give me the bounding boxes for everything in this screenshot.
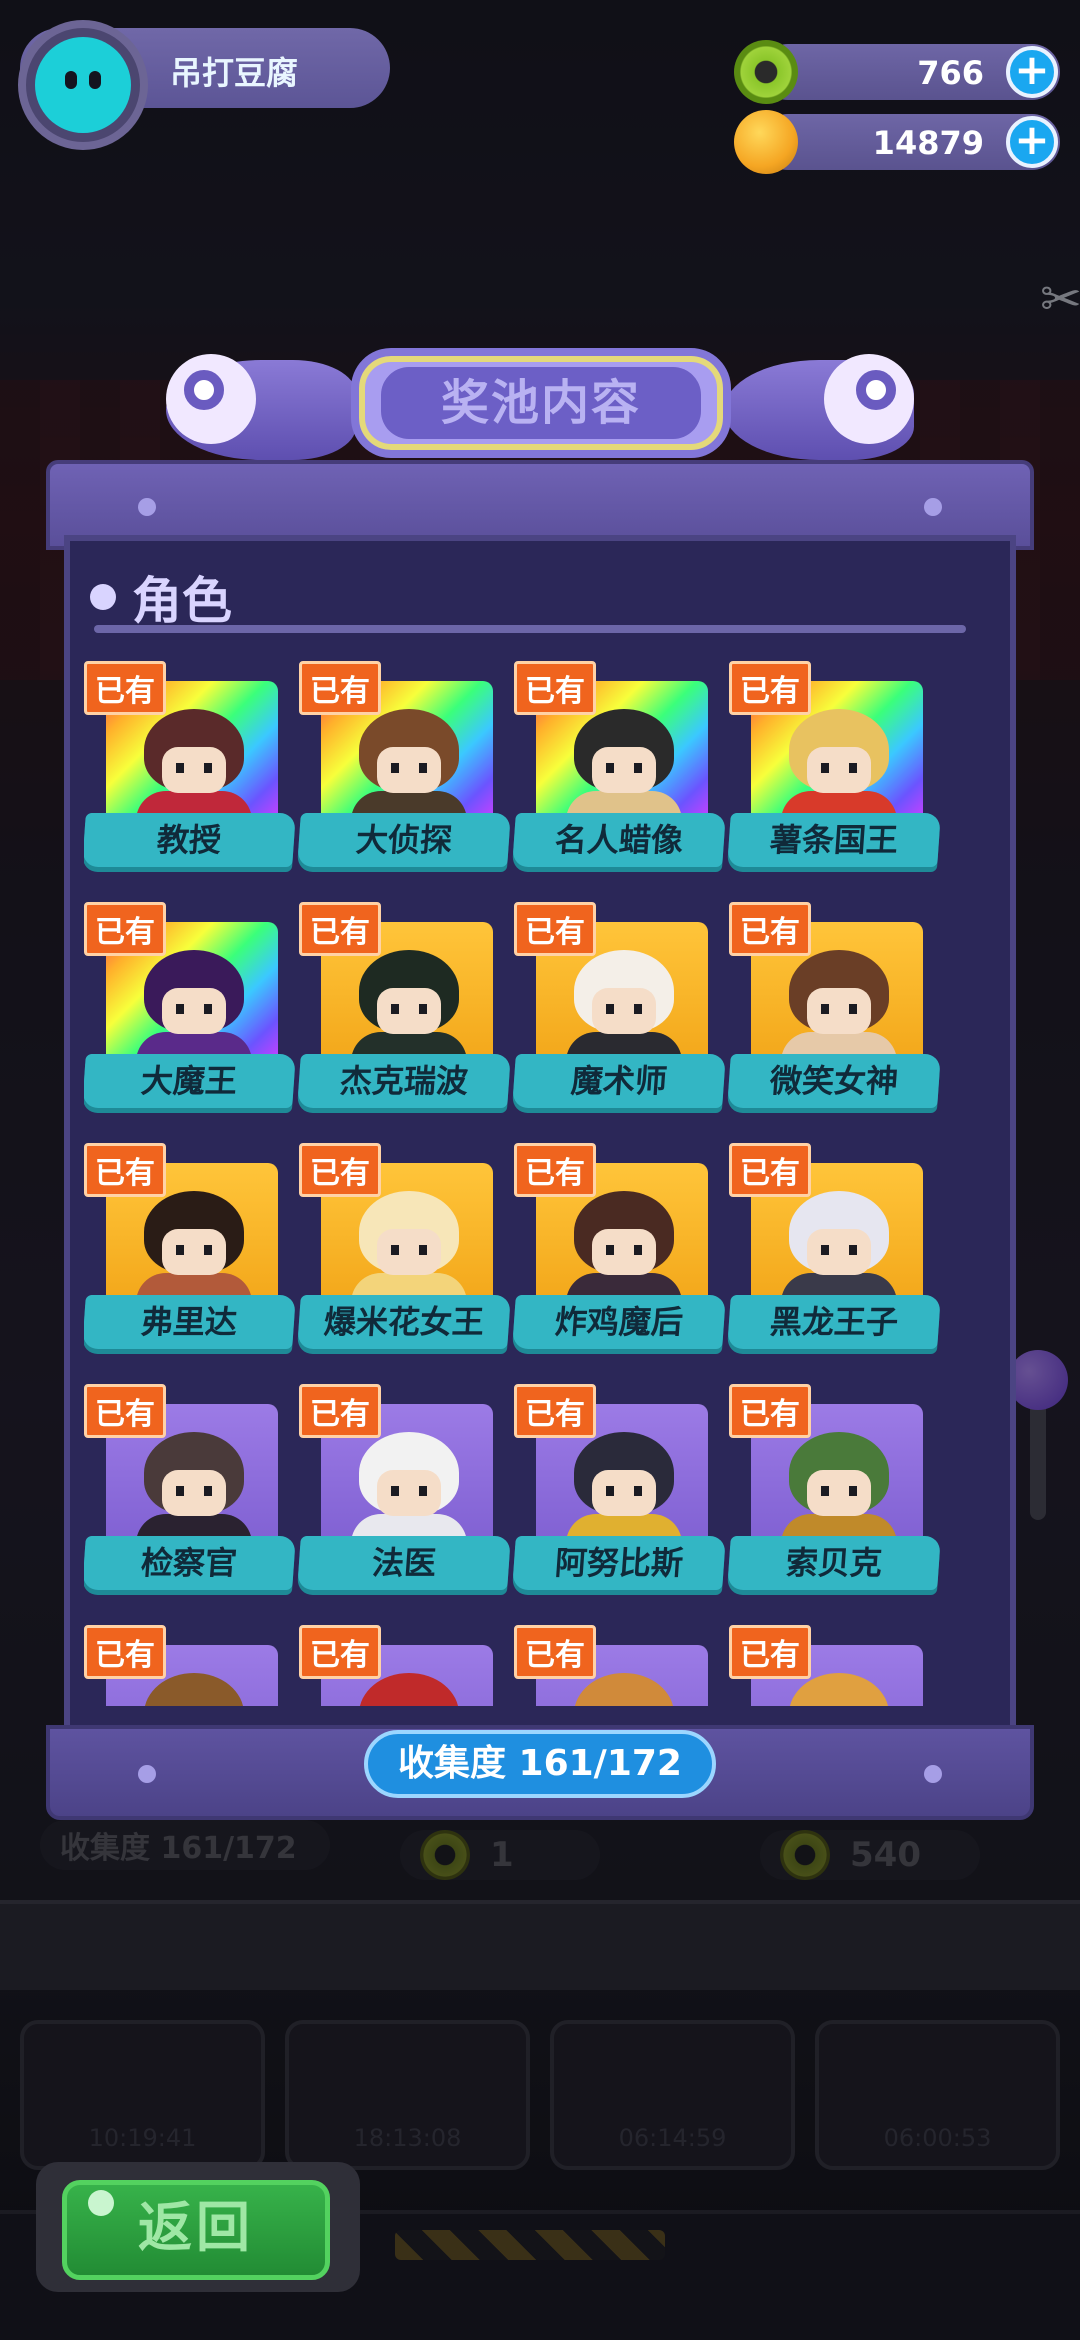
character-card[interactable]: 已有 阿努比斯 bbox=[512, 1384, 726, 1604]
donut-amount: 766 bbox=[917, 54, 984, 92]
character-eyes bbox=[391, 763, 427, 773]
owned-badge: 已有 bbox=[299, 661, 381, 715]
owned-badge: 已有 bbox=[729, 661, 811, 715]
modal-body: 角色 已有 教授 已有 大侦探 已有 名人蜡像 已有 薯条国王 已有 大魔王 已有 杰克瑞波 已有 魔术师… bbox=[64, 535, 1016, 1745]
character-card[interactable]: 已有 名人蜡像 bbox=[512, 661, 726, 881]
owned-badge: 已有 bbox=[729, 902, 811, 956]
owned-badge: 已有 bbox=[729, 1625, 811, 1679]
character-name: 阿努比斯 bbox=[512, 1536, 726, 1590]
character-name: 微笑女神 bbox=[727, 1054, 941, 1108]
avatar-frame[interactable] bbox=[18, 20, 148, 150]
character-name: 魔术师 bbox=[512, 1054, 726, 1108]
owned-badge: 已有 bbox=[514, 661, 596, 715]
fish-decoration-left-icon bbox=[166, 340, 356, 460]
owned-badge: 已有 bbox=[729, 1143, 811, 1197]
character-card[interactable]: 已有 bbox=[84, 1625, 294, 1706]
section-title: 角色 bbox=[132, 572, 232, 630]
character-card[interactable]: 已有 bbox=[514, 1625, 724, 1706]
fish-decoration-right-icon bbox=[724, 340, 914, 460]
character-card[interactable]: 已有 杰克瑞波 bbox=[297, 902, 511, 1122]
character-card[interactable]: 已有 薯条国王 bbox=[727, 661, 941, 881]
character-card[interactable]: 已有 大魔王 bbox=[84, 902, 296, 1122]
character-name: 大侦探 bbox=[297, 813, 511, 867]
collection-progress: 收集度 161/172 bbox=[364, 1730, 716, 1798]
currency-planet: 14879 + bbox=[734, 110, 1060, 174]
owned-badge: 已有 bbox=[514, 1384, 596, 1438]
character-eyes bbox=[176, 1245, 212, 1255]
character-name: 索贝克 bbox=[727, 1536, 941, 1590]
planet-coin-icon bbox=[734, 110, 798, 174]
character-name: 法医 bbox=[297, 1536, 511, 1590]
player-name: 吊打豆腐 bbox=[170, 54, 299, 92]
cat-avatar-icon bbox=[35, 37, 131, 133]
owned-badge: 已有 bbox=[84, 1143, 166, 1197]
character-name: 检察官 bbox=[84, 1536, 296, 1590]
section-header: 角色 bbox=[90, 561, 232, 633]
character-name: 杰克瑞波 bbox=[297, 1054, 511, 1108]
owned-badge: 已有 bbox=[84, 1384, 166, 1438]
character-name: 薯条国王 bbox=[727, 813, 941, 867]
owned-badge: 已有 bbox=[84, 661, 166, 715]
character-name: 教授 bbox=[84, 813, 296, 867]
character-eyes bbox=[606, 1486, 642, 1496]
donut-icon bbox=[734, 40, 798, 104]
character-name: 黑龙王子 bbox=[727, 1295, 941, 1349]
character-eyes bbox=[821, 1245, 857, 1255]
character-eyes bbox=[606, 1245, 642, 1255]
owned-badge: 已有 bbox=[299, 1384, 381, 1438]
owned-badge: 已有 bbox=[299, 902, 381, 956]
character-card[interactable]: 已有 检察官 bbox=[84, 1384, 296, 1604]
character-eyes bbox=[821, 1004, 857, 1014]
character-name: 大魔王 bbox=[84, 1054, 296, 1108]
character-name: 炸鸡魔后 bbox=[512, 1295, 726, 1349]
owned-badge: 已有 bbox=[514, 1625, 596, 1679]
owned-badge: 已有 bbox=[84, 1625, 166, 1679]
character-grid[interactable]: 已有 教授 已有 大侦探 已有 名人蜡像 已有 薯条国王 已有 大魔王 已有 杰克瑞波 已有 魔术师 已有微… bbox=[84, 661, 974, 1706]
add-planet-button[interactable]: + bbox=[1006, 116, 1058, 168]
character-card[interactable]: 已有 微笑女神 bbox=[727, 902, 941, 1122]
character-eyes bbox=[606, 1004, 642, 1014]
owned-badge: 已有 bbox=[84, 902, 166, 956]
character-card[interactable]: 已有 黑龙王子 bbox=[727, 1143, 941, 1363]
character-card[interactable]: 已有 法医 bbox=[297, 1384, 511, 1604]
prize-pool-modal: 奖池内容 角色 已有 教授 已有 大侦探 已有 名人蜡像 已有 薯条国王 已有 大魔王 已有 杰克瑞波… bbox=[46, 340, 1034, 1820]
character-card[interactable]: 已有 教授 bbox=[84, 661, 296, 881]
character-eyes bbox=[821, 1486, 857, 1496]
character-card[interactable]: 已有 炸鸡魔后 bbox=[512, 1143, 726, 1363]
owned-badge: 已有 bbox=[299, 1143, 381, 1197]
section-divider bbox=[94, 625, 966, 633]
bullet-icon bbox=[90, 584, 116, 610]
character-eyes bbox=[391, 1004, 427, 1014]
character-card[interactable]: 已有 爆米花女王 bbox=[297, 1143, 511, 1363]
character-card[interactable]: 已有 索贝克 bbox=[727, 1384, 941, 1604]
character-eyes bbox=[391, 1245, 427, 1255]
character-eyes bbox=[391, 1486, 427, 1496]
character-eyes bbox=[821, 763, 857, 773]
character-card[interactable]: 已有 大侦探 bbox=[297, 661, 511, 881]
owned-badge: 已有 bbox=[514, 902, 596, 956]
character-card[interactable]: 已有 魔术师 bbox=[512, 902, 726, 1122]
character-eyes bbox=[176, 1004, 212, 1014]
character-card[interactable]: 已有 bbox=[729, 1625, 939, 1706]
character-name: 爆米花女王 bbox=[297, 1295, 511, 1349]
add-donut-button[interactable]: + bbox=[1006, 46, 1058, 98]
owned-badge: 已有 bbox=[299, 1625, 381, 1679]
character-eyes bbox=[176, 763, 212, 773]
currency-donut: 766 + bbox=[734, 40, 1060, 104]
modal-title: 奖池内容 bbox=[381, 367, 701, 439]
button-shine bbox=[88, 2190, 114, 2216]
character-eyes bbox=[176, 1486, 212, 1496]
owned-badge: 已有 bbox=[514, 1143, 596, 1197]
character-name: 弗里达 bbox=[84, 1295, 296, 1349]
character-name: 名人蜡像 bbox=[512, 813, 726, 867]
owned-badge: 已有 bbox=[729, 1384, 811, 1438]
title-plate: 奖池内容 bbox=[351, 348, 731, 458]
character-card[interactable]: 已有 弗里达 bbox=[84, 1143, 296, 1363]
character-card[interactable]: 已有 bbox=[299, 1625, 509, 1706]
character-eyes bbox=[606, 763, 642, 773]
planet-amount: 14879 bbox=[872, 124, 984, 162]
